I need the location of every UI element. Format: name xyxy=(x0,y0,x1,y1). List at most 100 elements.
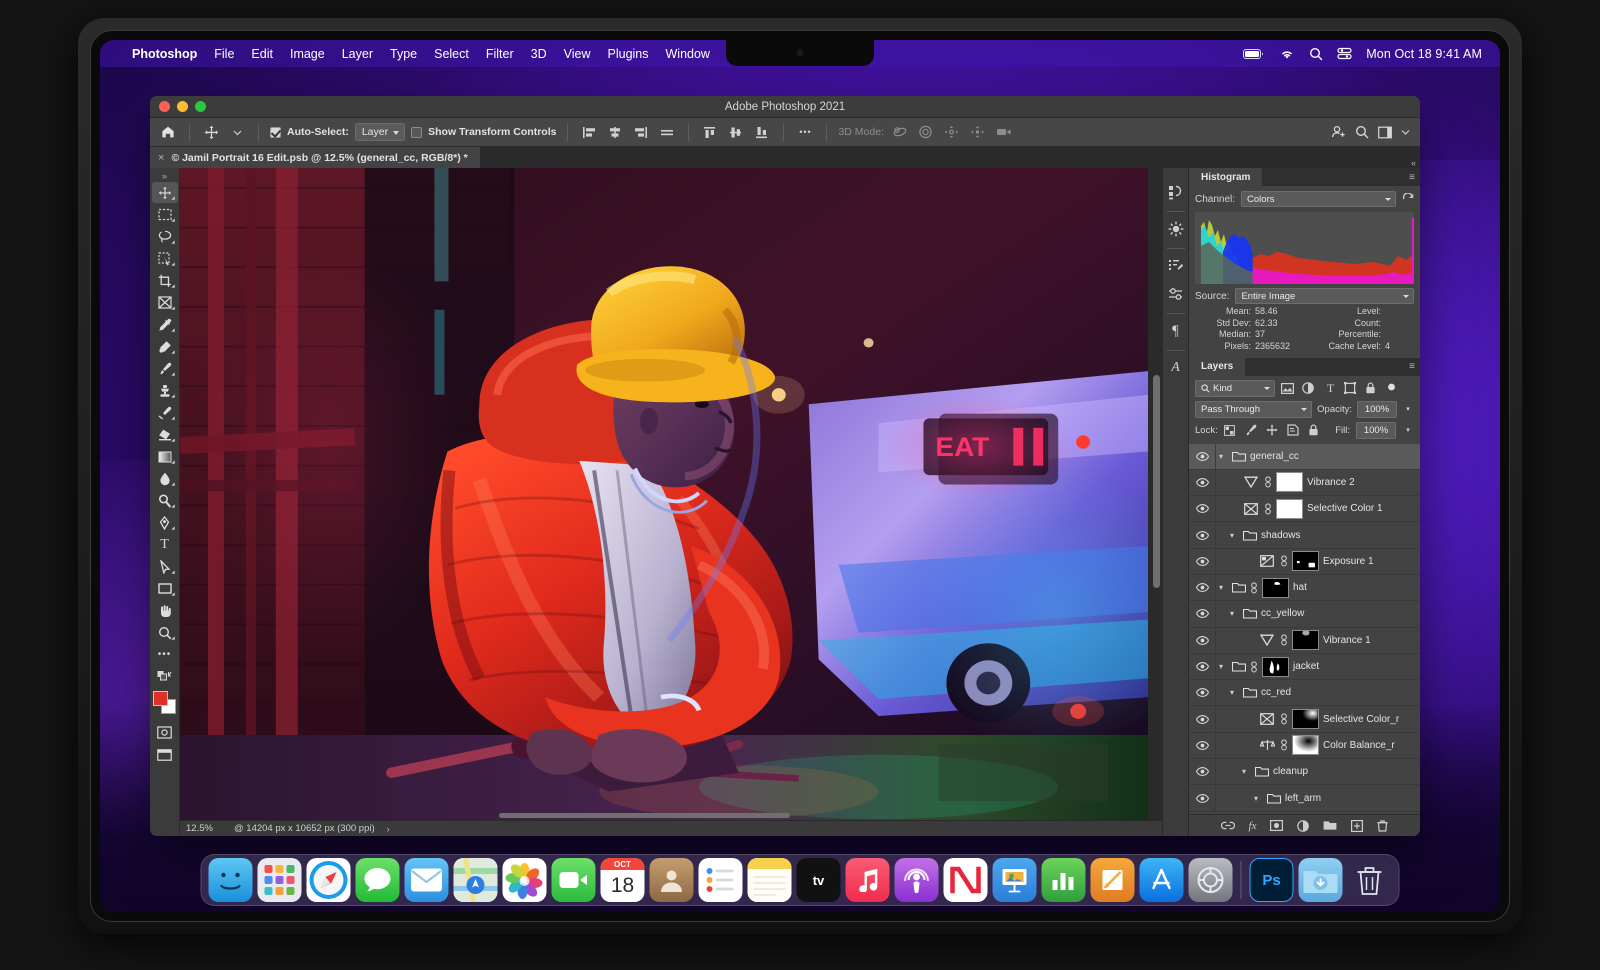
layer-content[interactable]: Color Balance_r xyxy=(1215,733,1420,758)
menu-image[interactable]: Image xyxy=(290,47,325,61)
menu-filter[interactable]: Filter xyxy=(486,47,514,61)
toolbar-collapse-icon[interactable]: » xyxy=(162,170,167,182)
filter-toggle-icon[interactable] xyxy=(1386,383,1401,394)
dock-item-system-preferences[interactable] xyxy=(1189,858,1233,902)
mask-link-icon[interactable] xyxy=(1280,713,1288,725)
spot-healing-brush-tool[interactable] xyxy=(152,336,178,357)
dock-item-appstore[interactable] xyxy=(1140,858,1184,902)
dock-item-maps[interactable] xyxy=(454,858,498,902)
dock-item-messages[interactable] xyxy=(356,858,400,902)
pan-3d-icon[interactable] xyxy=(942,122,962,142)
home-icon[interactable] xyxy=(158,122,178,142)
path-selection-tool[interactable] xyxy=(152,556,178,577)
document-tab[interactable]: × © Jamil Portrait 16 Edit.psb @ 12.5% (… xyxy=(150,147,481,168)
layer-content[interactable]: Exposure 1 xyxy=(1215,549,1420,574)
layer-visibility-toggle[interactable] xyxy=(1189,504,1215,513)
filter-shape-icon[interactable] xyxy=(1344,382,1359,394)
link-layers-icon[interactable] xyxy=(1221,821,1235,830)
table-row[interactable]: Vibrance 2 xyxy=(1189,470,1420,496)
gradient-tool[interactable] xyxy=(152,446,178,467)
layer-content[interactable]: Vibrance 1 xyxy=(1215,628,1420,653)
menu-window[interactable]: Window xyxy=(666,47,710,61)
layer-content[interactable]: ▾ jacket xyxy=(1215,654,1420,679)
filter-adjustment-icon[interactable] xyxy=(1302,382,1317,394)
table-row[interactable]: Selective Color_r xyxy=(1189,706,1420,732)
search-icon[interactable] xyxy=(1355,125,1369,139)
layer-content[interactable]: ▾ left_arm xyxy=(1215,785,1420,810)
menu-view[interactable]: View xyxy=(564,47,591,61)
table-row[interactable]: ▾ cleanup xyxy=(1189,759,1420,785)
move-tool[interactable] xyxy=(152,182,178,203)
layers-list[interactable]: ▾ general_cc xyxy=(1189,444,1420,815)
layer-content[interactable]: ▾ cc_red xyxy=(1215,680,1420,705)
disclosure-triangle-icon[interactable]: ▾ xyxy=(1230,609,1239,618)
mask-link-icon[interactable] xyxy=(1280,555,1288,567)
default-colors-icon[interactable] xyxy=(152,666,178,687)
workspace-icon[interactable] xyxy=(1378,126,1392,139)
tool-preset-chevron-icon[interactable] xyxy=(227,122,247,142)
distribute-horizontally-icon[interactable] xyxy=(657,122,677,142)
disclosure-triangle-icon[interactable]: ▾ xyxy=(1219,662,1228,671)
filter-smart-icon[interactable] xyxy=(1365,382,1380,394)
disclosure-triangle-icon[interactable]: ▾ xyxy=(1254,794,1263,803)
align-bottom-edges-icon[interactable] xyxy=(752,122,772,142)
panel-collapse-icon[interactable]: « xyxy=(1411,158,1416,168)
disclosure-triangle-icon[interactable]: ▾ xyxy=(1230,688,1239,697)
crop-tool[interactable] xyxy=(152,270,178,291)
close-icon[interactable]: × xyxy=(158,152,164,164)
table-row[interactable]: ▾ shadows xyxy=(1189,522,1420,548)
eraser-tool[interactable] xyxy=(152,424,178,445)
table-row[interactable]: Vibrance 1 xyxy=(1189,628,1420,654)
dock-item-launchpad[interactable] xyxy=(258,858,302,902)
blur-tool[interactable] xyxy=(152,468,178,489)
eyedropper-tool[interactable] xyxy=(152,314,178,335)
canvas-horizontal-scrollbar[interactable] xyxy=(180,810,1148,820)
object-selection-tool[interactable] xyxy=(152,248,178,269)
menu-file[interactable]: File xyxy=(214,47,234,61)
layer-visibility-toggle[interactable] xyxy=(1189,557,1215,566)
search-icon[interactable] xyxy=(1309,47,1323,61)
mask-link-icon[interactable] xyxy=(1280,739,1288,751)
rectangle-tool[interactable] xyxy=(152,578,178,599)
menu-type[interactable]: Type xyxy=(390,47,417,61)
menu-edit[interactable]: Edit xyxy=(251,47,273,61)
mask-link-icon[interactable] xyxy=(1250,661,1258,673)
auto-select-target-dropdown[interactable]: Layer xyxy=(355,123,405,141)
layer-visibility-toggle[interactable] xyxy=(1189,609,1215,618)
disclosure-triangle-icon[interactable]: ▾ xyxy=(1230,531,1239,540)
quick-mask-icon[interactable] xyxy=(152,722,178,743)
disclosure-triangle-icon[interactable]: ▾ xyxy=(1219,452,1228,461)
brush-settings-icon[interactable] xyxy=(1165,254,1187,278)
new-group-icon[interactable] xyxy=(1323,820,1337,831)
history-brush-tool[interactable] xyxy=(152,402,178,423)
pen-tool[interactable] xyxy=(152,512,178,533)
mask-link-icon[interactable] xyxy=(1280,634,1288,646)
layer-visibility-toggle[interactable] xyxy=(1189,452,1215,461)
layer-mask-thumbnail[interactable] xyxy=(1292,551,1319,571)
properties-icon[interactable] xyxy=(1165,282,1187,306)
layer-visibility-toggle[interactable] xyxy=(1189,662,1215,671)
layer-content[interactable]: ▾ general_cc xyxy=(1215,444,1420,469)
table-row[interactable]: ▾ cc_yellow xyxy=(1189,601,1420,627)
character-styles-icon[interactable]: A xyxy=(1165,356,1187,380)
layer-mask-thumbnail[interactable] xyxy=(1276,472,1303,492)
layer-mask-thumbnail[interactable] xyxy=(1262,578,1289,598)
rectangular-marquee-tool[interactable] xyxy=(152,204,178,225)
table-row[interactable]: Selective Color 1 xyxy=(1189,496,1420,522)
dock-item-facetime[interactable] xyxy=(552,858,596,902)
mask-link-icon[interactable] xyxy=(1264,503,1272,515)
layer-mask-thumbnail[interactable] xyxy=(1292,630,1319,650)
hand-tool[interactable] xyxy=(152,600,178,621)
layer-mask-thumbnail[interactable] xyxy=(1292,735,1319,755)
lock-artboard-icon[interactable] xyxy=(1287,424,1302,436)
table-row[interactable]: ▾ general_cc xyxy=(1189,444,1420,470)
dock-item-calendar[interactable]: OCT 18 xyxy=(601,858,645,902)
camera-3d-icon[interactable] xyxy=(994,122,1014,142)
menubar-app-name[interactable]: Photoshop xyxy=(132,47,197,61)
frame-tool[interactable] xyxy=(152,292,178,313)
dock-item-photoshop[interactable]: Ps xyxy=(1250,858,1294,902)
table-row[interactable]: Color Balance_r xyxy=(1189,733,1420,759)
opacity-value[interactable]: 100% xyxy=(1357,401,1397,418)
orbit-3d-icon[interactable] xyxy=(890,122,910,142)
filter-pixel-icon[interactable] xyxy=(1281,383,1296,394)
